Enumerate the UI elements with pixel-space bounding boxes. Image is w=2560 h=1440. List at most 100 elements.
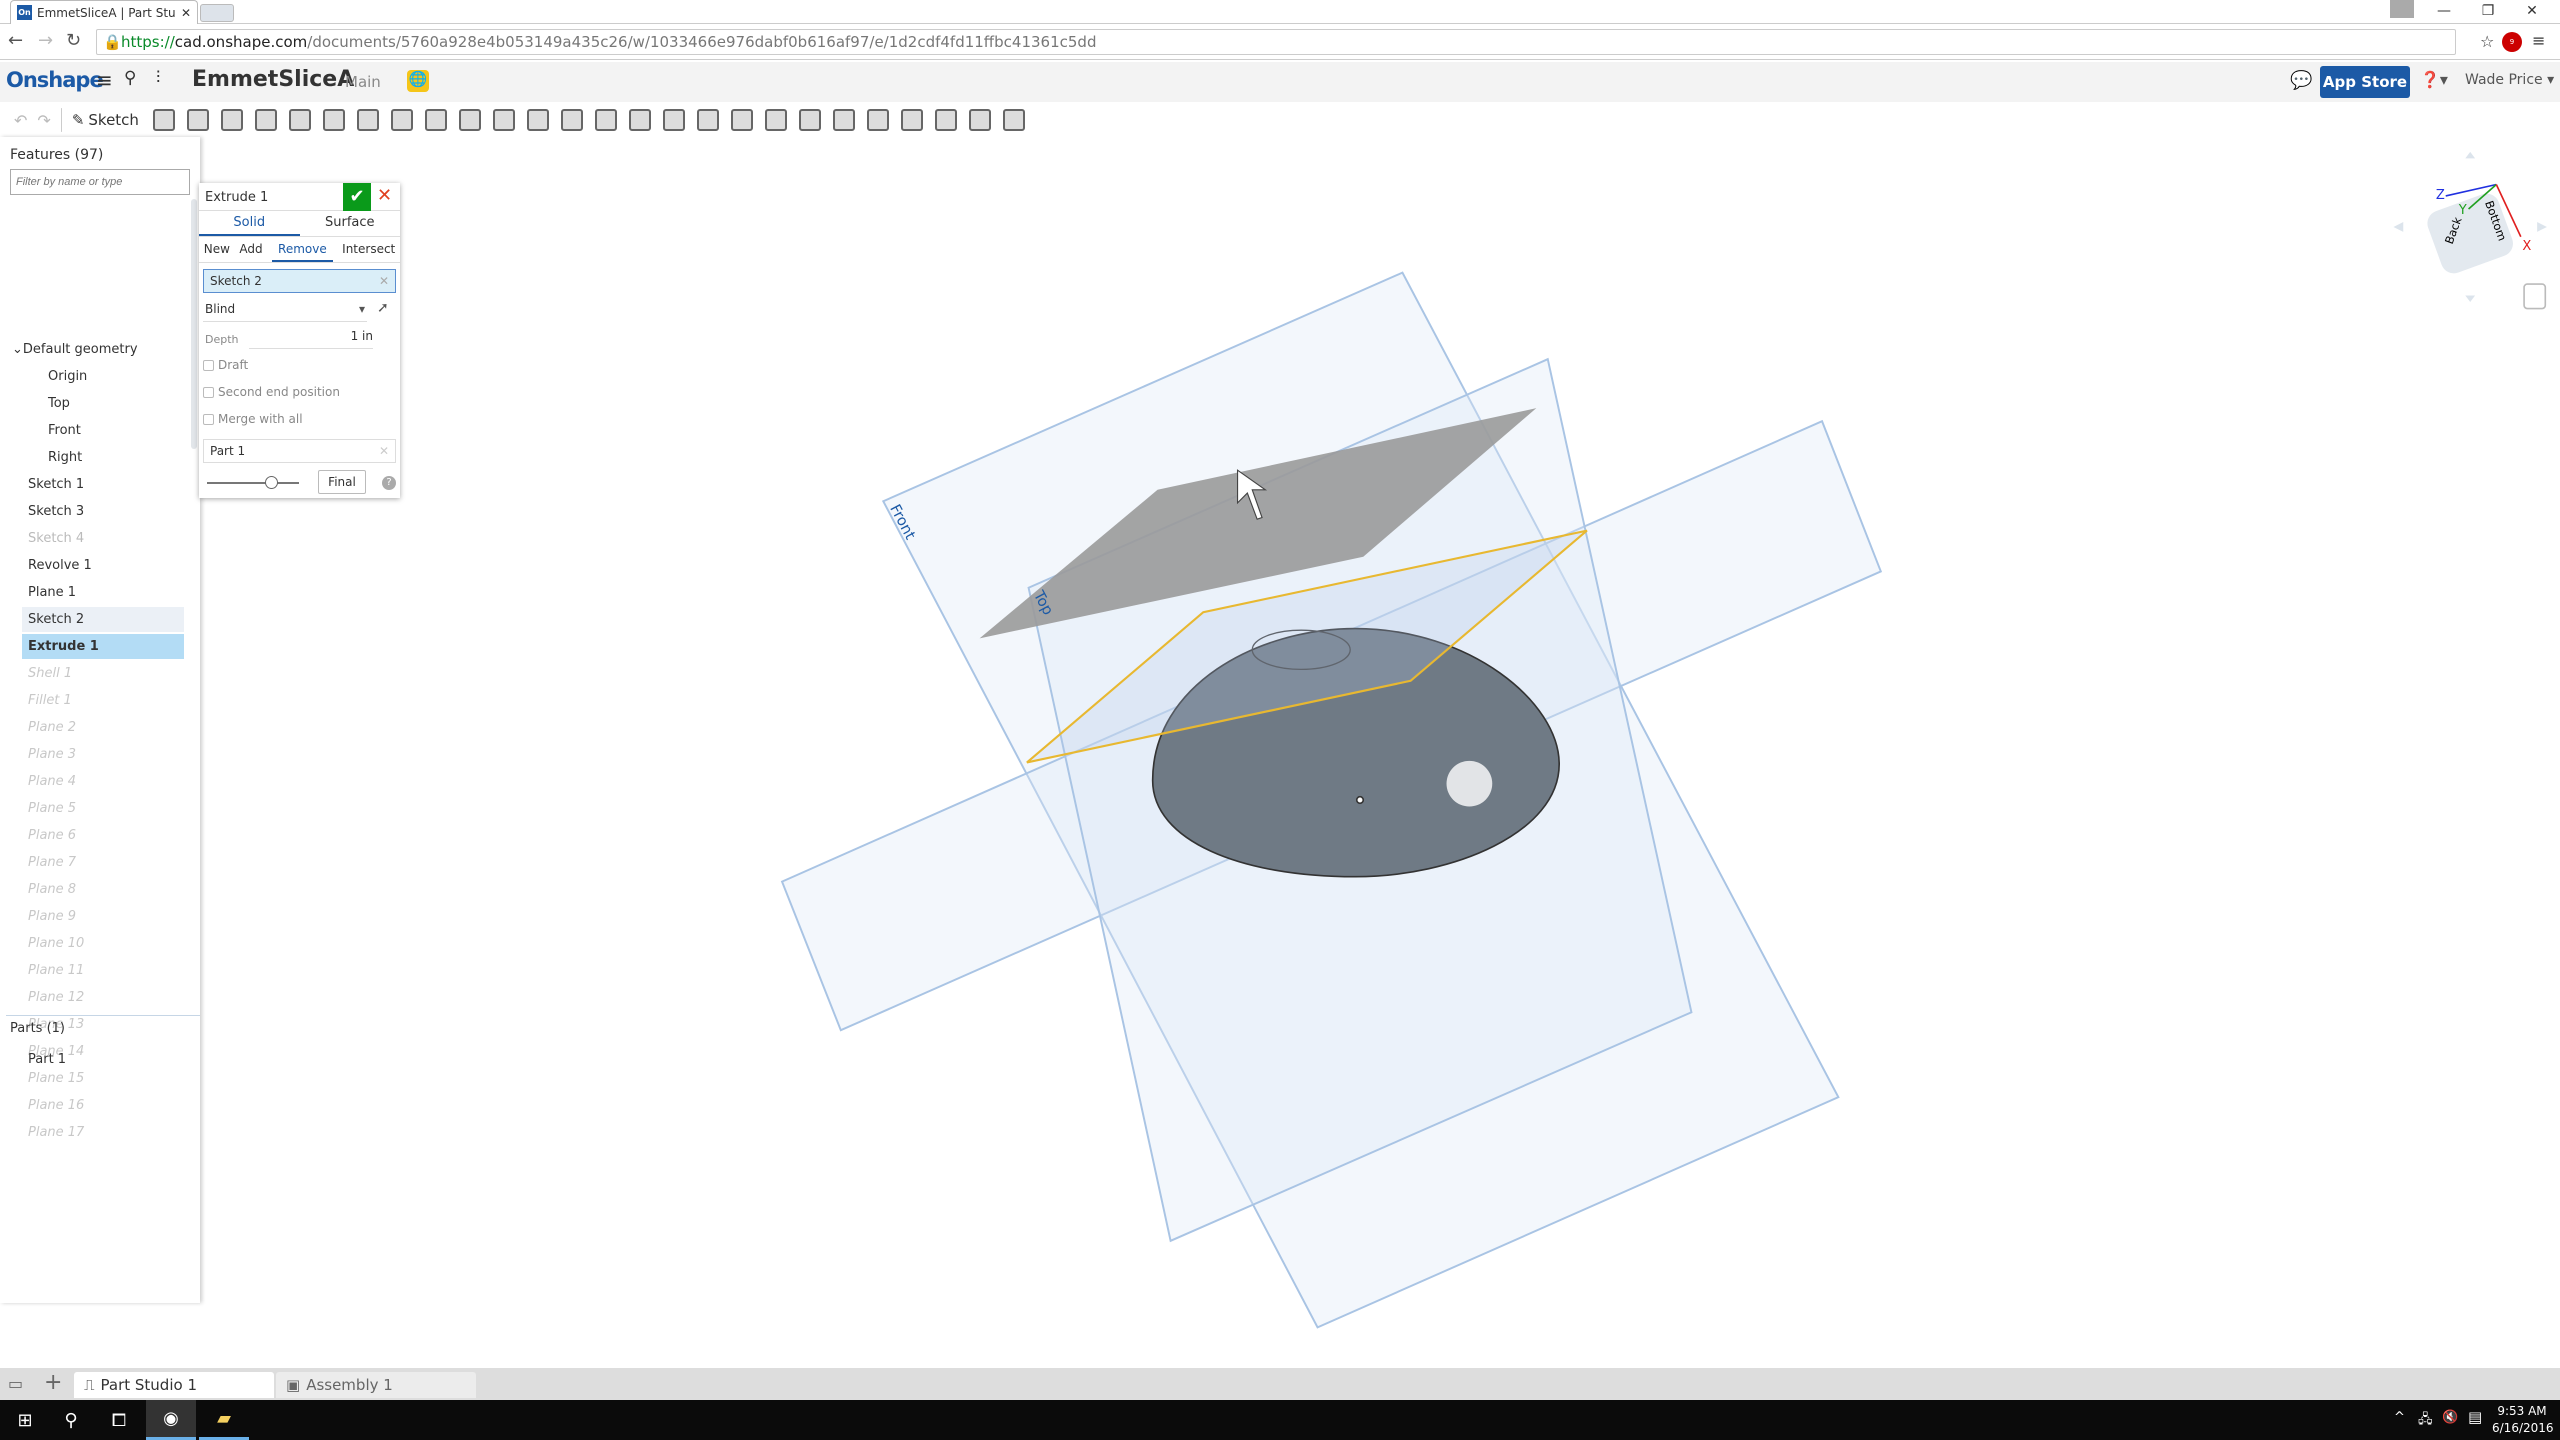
feature-item[interactable]: Plane 4 [22,769,184,794]
part-item[interactable]: Part 1 [22,1047,184,1072]
feature-item[interactable]: Plane 11 [22,958,184,983]
boolean-icon[interactable] [560,109,583,131]
close-tab-icon[interactable]: ✕ [181,6,191,20]
feature-item[interactable]: Plane 12 [22,985,184,1010]
filter-input[interactable] [10,169,190,195]
app-store-button[interactable]: App Store [2320,66,2410,98]
plane-icon[interactable] [832,109,855,131]
feature-item[interactable]: Plane 17 [22,1120,184,1145]
add-tab-icon[interactable]: + [44,1370,62,1395]
op-new[interactable]: New [204,237,230,262]
chevron-down-icon[interactable]: ⌄ [12,342,23,357]
close-window-icon[interactable]: ✕ [2510,0,2554,22]
feature-list-scrollbar[interactable] [191,199,197,449]
end-type-select[interactable]: Blind ▾ [203,300,367,322]
import-icon[interactable] [934,109,957,131]
second-end-checkbox[interactable]: Second end position [203,385,340,399]
redo-icon[interactable]: ↷ [37,111,50,130]
shell-icon[interactable] [424,109,447,131]
replace-face-icon[interactable] [730,109,753,131]
adblock-icon[interactable]: 9 [2502,32,2522,52]
feature-item[interactable]: Plane 7 [22,850,184,875]
depth-input[interactable]: 1 in [249,329,373,349]
help-icon[interactable]: ❓▾ [2420,70,2448,89]
mate-connector-icon[interactable] [900,109,923,131]
cube-face-bottom[interactable]: Bottom [2482,199,2509,243]
feature-item[interactable]: ⌄ Default geometry [6,337,168,362]
url-input[interactable]: 🔒 https://cad.onshape.com/documents/5760a… [96,29,2456,55]
tray-chevron-icon[interactable]: ^ [2394,1410,2405,1425]
back-icon[interactable]: ← [8,30,23,51]
feature-item[interactable]: Top [22,391,184,416]
browser-tab[interactable]: On EmmetSliceA | Part Studio ✕ [10,0,198,24]
feature-item[interactable]: Plane 10 [22,931,184,956]
chrome-menu-icon[interactable]: ≡ [2532,31,2545,50]
help-icon[interactable]: ? [382,476,396,490]
feature-item[interactable]: Sketch 3 [22,499,184,524]
op-remove[interactable]: Remove [272,237,333,262]
restore-icon[interactable]: ❐ [2466,0,2510,22]
clear-icon[interactable]: ✕ [379,274,389,288]
feature-item[interactable]: Shell 1 [22,661,184,686]
chrome-icon[interactable]: ◉ [146,1400,196,1440]
merge-scope-field[interactable]: Part 1 ✕ [203,439,396,463]
sweep-icon[interactable] [220,109,243,131]
volume-muted-icon[interactable]: 🔇 [2442,1410,2458,1425]
selection-field[interactable]: Sketch 2 ✕ [203,269,396,293]
loft-icon[interactable] [254,109,277,131]
file-explorer-icon[interactable]: ▰ [199,1400,249,1440]
add-custom-feature-icon[interactable] [1002,109,1025,131]
feature-item[interactable]: Fillet 1 [22,688,184,713]
menu-icon[interactable]: ≡ [96,68,113,92]
forward-icon[interactable]: → [38,30,53,51]
delete-part-icon[interactable] [662,109,685,131]
minimize-icon[interactable]: — [2422,0,2466,22]
slider-handle[interactable] [265,476,279,489]
tab-assembly[interactable]: ▣ Assembly 1 [276,1372,476,1398]
feature-item[interactable]: Plane 8 [22,877,184,902]
feature-item[interactable]: Extrude 1 [22,634,184,659]
variable-icon[interactable] [968,109,991,131]
thicken-icon[interactable] [288,109,311,131]
clock[interactable]: 9:53 AM 6/16/2016 [2492,1403,2554,1437]
reload-icon[interactable]: ↻ [66,30,81,51]
accept-check-icon[interactable]: ✔ [343,183,371,211]
feature-item[interactable]: Plane 2 [22,715,184,740]
feature-item[interactable]: Sketch 4 [22,526,184,551]
rollback-slider[interactable] [207,476,299,489]
fillet-icon[interactable] [322,109,345,131]
op-intersect[interactable]: Intersect [342,237,395,262]
tab-surface[interactable]: Surface [300,211,401,236]
branch-name[interactable]: Main [345,73,381,91]
feature-item[interactable]: Plane 6 [22,823,184,848]
user-menu[interactable]: Wade Price ▾ [2465,72,2554,88]
draft-icon[interactable] [390,109,413,131]
transform-icon[interactable] [628,109,651,131]
feature-item[interactable]: Front [22,418,184,443]
feature-item[interactable]: Sketch 2 [22,607,184,632]
clear-icon[interactable]: ✕ [379,444,389,458]
feature-item[interactable]: Sketch 1 [22,472,184,497]
chamfer-icon[interactable] [356,109,379,131]
view-cube[interactable]: Back Bottom X Y Z [2393,151,2547,310]
feature-item[interactable]: Plane 1 [22,580,184,605]
tab-solid[interactable]: Solid [199,211,300,236]
feature-item[interactable]: Revolve 1 [22,553,184,578]
star-icon[interactable]: ☆ [2480,32,2494,51]
task-view-icon[interactable]: ⧠ [94,1400,144,1440]
draft-checkbox[interactable]: Draft [203,358,248,372]
merge-all-checkbox[interactable]: Merge with all [203,412,303,426]
cube-face-back[interactable]: Back [2442,215,2465,246]
feature-item[interactable]: Plane 5 [22,796,184,821]
undo-icon[interactable]: ↶ [14,111,27,130]
versions-icon[interactable]: ⚲ [124,68,136,88]
feature-item[interactable]: Plane 9 [22,904,184,929]
extrude-icon[interactable] [152,109,175,131]
pattern-icon[interactable] [492,109,515,131]
hole-icon[interactable] [458,109,481,131]
final-button[interactable]: Final [318,470,366,494]
insert-icon[interactable]: ⫶ [156,68,160,88]
offset-surface-icon[interactable] [764,109,787,131]
document-title[interactable]: EmmetSliceA [192,67,354,92]
flip-direction-icon[interactable]: ➚ [377,300,389,316]
